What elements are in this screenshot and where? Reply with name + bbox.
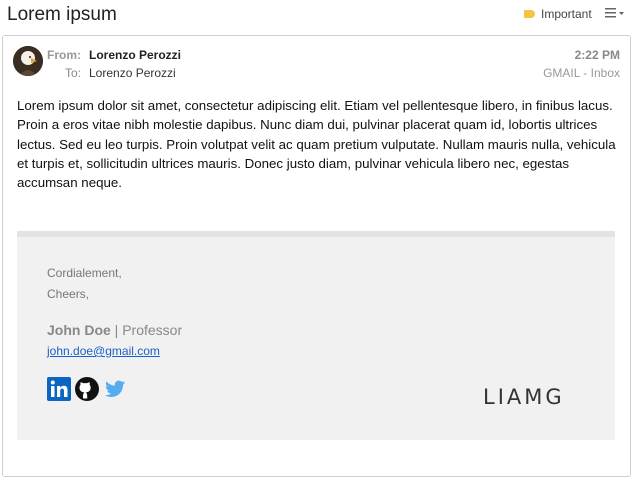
- recipient-name[interactable]: Lorenzo Perozzi: [89, 66, 176, 80]
- sender-name[interactable]: Lorenzo Perozzi: [89, 48, 181, 62]
- brand-logo: LIAMG: [483, 385, 565, 409]
- linkedin-icon[interactable]: [47, 377, 71, 401]
- signature-closing-en: Cheers,: [47, 287, 90, 301]
- signature-title: Professor: [122, 322, 183, 338]
- important-label-text: Important: [541, 7, 592, 21]
- twitter-icon[interactable]: [103, 377, 127, 401]
- important-label-chip[interactable]: Important: [524, 7, 592, 21]
- signature-email-link[interactable]: john.doe@gmail.com: [47, 344, 160, 358]
- message-time: 2:22 PM: [574, 48, 620, 62]
- label-tag-icon: [524, 10, 535, 18]
- email-subject: Lorem ipsum: [7, 4, 117, 25]
- social-icons: [47, 377, 127, 401]
- github-icon[interactable]: [75, 377, 99, 401]
- message-header-bar: Lorem ipsum Important: [0, 0, 634, 32]
- to-label: To:: [64, 66, 81, 80]
- signature-name: John Doe: [47, 322, 111, 338]
- signature-closing-fr: Cordialement,: [47, 266, 122, 280]
- email-message-card: From: Lorenzo Perozzi To: Lorenzo Perozz…: [2, 35, 631, 477]
- signature-separator: |: [110, 322, 123, 338]
- email-signature: Cordialement, Cheers, John Doe | Profess…: [17, 231, 615, 440]
- from-label: From:: [47, 48, 81, 62]
- message-body: Lorem ipsum dolor sit amet, consectetur …: [17, 98, 616, 191]
- signature-name-line: John Doe | Professor: [47, 322, 182, 338]
- message-folder: GMAIL - Inbox: [543, 66, 620, 80]
- more-menu-icon[interactable]: [605, 7, 625, 21]
- sender-avatar[interactable]: [13, 46, 43, 76]
